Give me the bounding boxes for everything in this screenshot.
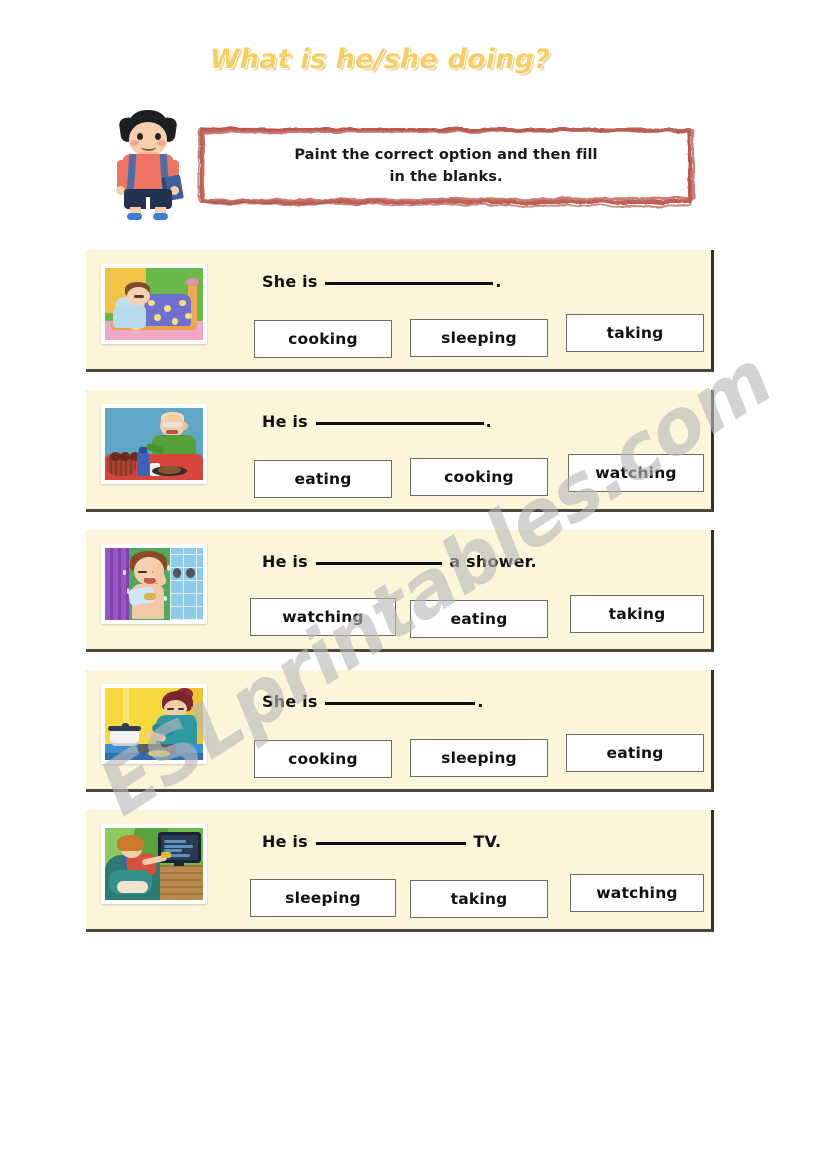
option-button[interactable]: watching [250,598,396,636]
option-button[interactable]: cooking [254,740,392,778]
option-group: cooking sleeping taking [254,306,704,364]
option-button[interactable]: watching [570,874,704,912]
page-title: What is he/she doing? [0,44,760,75]
option-button[interactable]: eating [566,734,704,772]
sentence-suffix: . [495,272,502,291]
option-button[interactable]: eating [410,600,548,638]
option-button[interactable]: watching [568,454,704,492]
sentence-blank[interactable] [315,562,442,565]
exercise-row: She is . cooking sleeping taking [86,250,714,372]
sentence-blank[interactable] [325,702,476,705]
old-man-eating-at-table-image [105,408,203,480]
exercise-image-frame [101,404,207,484]
option-group: cooking sleeping eating [254,726,704,784]
option-button[interactable]: sleeping [250,879,396,917]
exercise-image-frame [101,544,207,624]
option-group: watching eating taking [250,586,704,644]
exercise-row: He is . eating cooking watching [86,390,714,512]
sentence-blank[interactable] [325,282,494,285]
option-button[interactable]: taking [410,880,548,918]
exercise-sentence: He is a shower. [262,552,537,571]
exercise-list: She is . cooking sleeping taking He is .… [0,250,821,950]
option-button[interactable]: taking [570,595,704,633]
option-button[interactable]: sleeping [410,739,548,777]
sentence-prefix: He is [262,412,308,431]
exercise-row: He is a shower. watching eating taking [86,530,714,652]
exercise-sentence: She is . [262,692,484,711]
instruction-line-2: in the blanks. [389,169,503,185]
option-button[interactable]: sleeping [410,319,548,357]
woman-cooking-in-kitchen-image [105,688,203,760]
instruction-header: Paint the correct option and then fill i… [0,108,821,220]
sentence-blank[interactable] [315,422,484,425]
exercise-sentence: He is . [262,412,492,431]
exercise-sentence: He is TV. [262,832,501,851]
exercise-image-frame [101,824,207,904]
boy-taking-a-shower-image [105,548,203,620]
exercise-sentence: She is . [262,272,502,291]
option-button[interactable]: cooking [254,320,392,358]
option-button[interactable]: taking [566,314,704,352]
option-group: sleeping taking watching [250,866,704,924]
boy-with-backpack-icon [108,110,188,220]
sentence-prefix: He is [262,552,308,571]
exercise-image-frame [101,264,207,344]
option-button[interactable]: cooking [410,458,548,496]
boy-watching-tv-image [105,828,203,900]
sentence-suffix: TV. [467,832,502,851]
sentence-prefix: She is [262,272,318,291]
exercise-image-frame [101,684,207,764]
exercise-row: He is TV. sleeping taking watching [86,810,714,932]
girl-sleeping-in-bed-image [105,268,203,340]
sentence-prefix: He is [262,832,308,851]
sentence-suffix: . [477,692,484,711]
page-title-text: What is he/she doing? [209,44,551,75]
sentence-suffix: a shower. [443,552,537,571]
exercise-row: She is . cooking sleeping eating [86,670,714,792]
sentence-blank[interactable] [315,842,466,845]
instruction-box: Paint the correct option and then fill i… [197,127,696,208]
sentence-prefix: She is [262,692,318,711]
sentence-suffix: . [485,412,492,431]
option-group: eating cooking watching [254,446,704,504]
instruction-line-1: Paint the correct option and then fill [294,146,598,163]
option-button[interactable]: eating [254,460,392,498]
